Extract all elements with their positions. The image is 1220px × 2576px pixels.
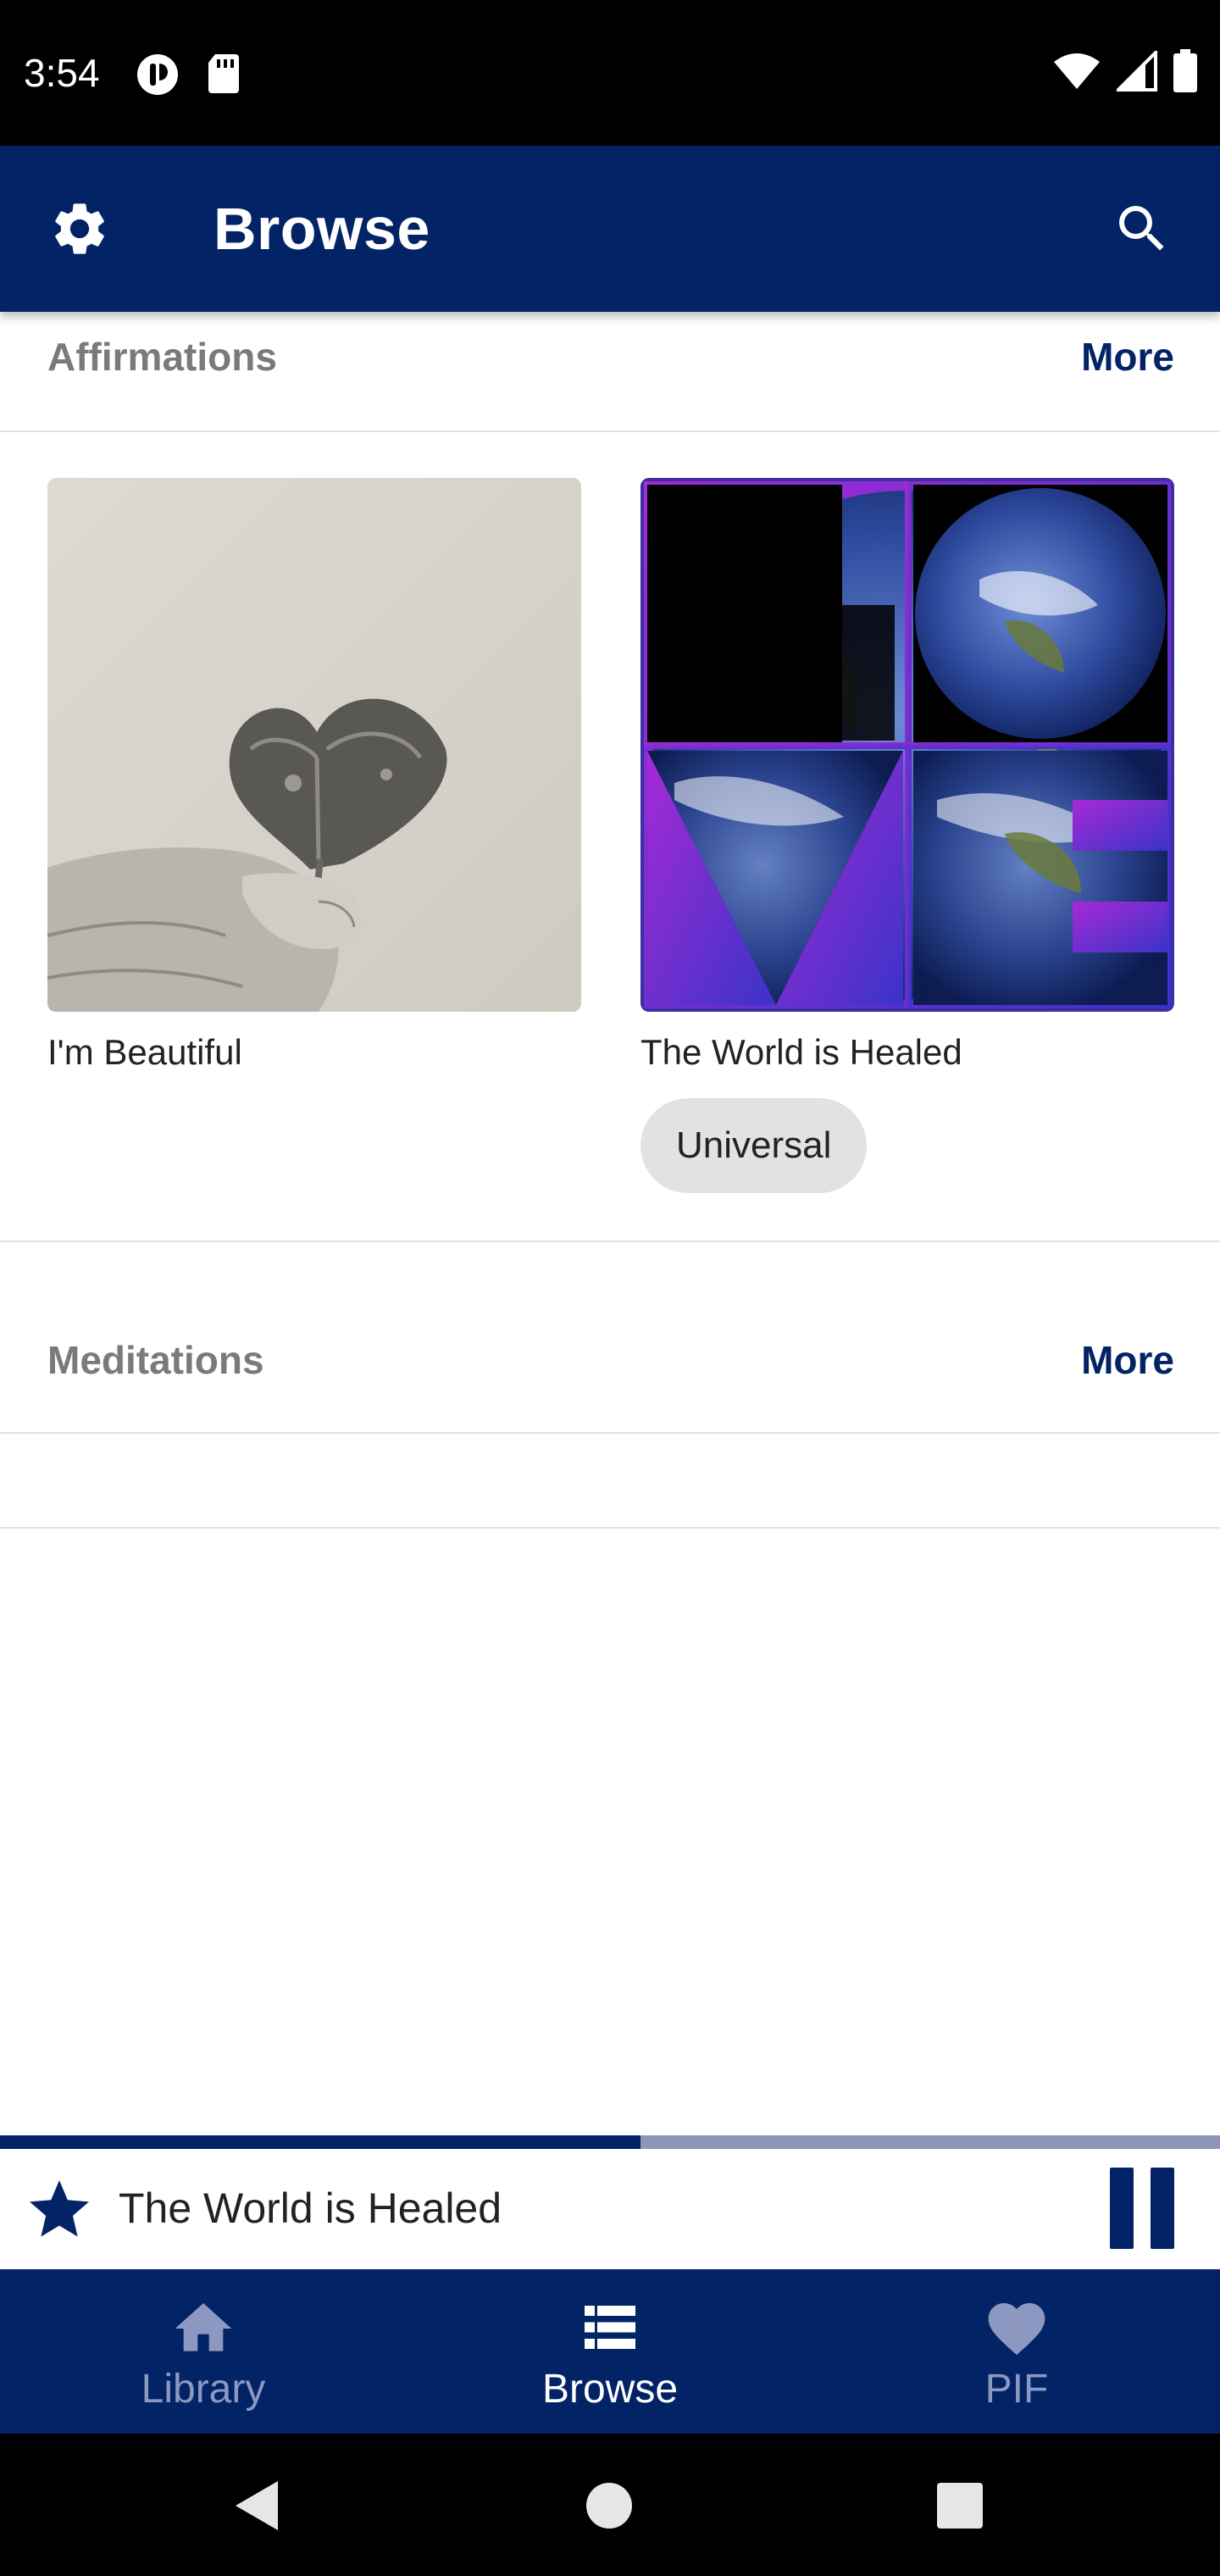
mini-player[interactable]: The World is Healed: [0, 2149, 1220, 2269]
category-chip[interactable]: Universal: [640, 1098, 868, 1193]
search-button[interactable]: [1108, 195, 1176, 263]
now-playing-title: The World is Healed: [119, 2185, 502, 2232]
list-icon: [576, 2296, 644, 2361]
affirmations-header: Affirmations More: [0, 312, 1220, 432]
sd-card-icon: [208, 54, 239, 93]
page-title: Browse: [214, 196, 430, 262]
card-title: The World is Healed: [640, 1032, 962, 1072]
gear-icon: [55, 203, 104, 254]
star-icon[interactable]: [24, 2174, 95, 2246]
status-right-icons: [1052, 49, 1198, 93]
nav-label: Library: [141, 2367, 266, 2412]
search-icon: [1119, 206, 1164, 251]
battery-icon: [1173, 49, 1197, 92]
card-title: I'm Beautiful: [47, 1032, 242, 1072]
leaf-heart-photo: [47, 478, 581, 1012]
system-navigation-bar: [0, 2434, 1220, 2576]
section-title-meditations: Meditations: [47, 1338, 264, 1382]
status-time: 3:54: [24, 51, 100, 95]
card-world-is-healed[interactable]: The World is Healed Universal: [640, 478, 1174, 1193]
meditations-header: Meditations More: [0, 1242, 1220, 1434]
nav-item-browse[interactable]: Browse: [407, 2269, 813, 2434]
pause-icon[interactable]: [1110, 2168, 1174, 2249]
affirmations-more-button[interactable]: More: [1081, 334, 1174, 380]
home-icon: [169, 2296, 237, 2361]
heart-icon: [983, 2296, 1051, 2361]
cell-signal-icon: [1117, 51, 1157, 92]
card-im-beautiful[interactable]: I'm Beautiful: [47, 478, 581, 1076]
wifi-icon: [1054, 53, 1100, 89]
love-earth-artwork: [640, 478, 1174, 1012]
back-icon[interactable]: [227, 2476, 286, 2535]
status-bar: 3:54: [0, 0, 1220, 146]
nav-label: PIF: [984, 2367, 1049, 2412]
nav-item-library[interactable]: Library: [0, 2269, 407, 2434]
bottom-navigation: Library Browse PIF: [0, 2269, 1220, 2434]
nav-label: Browse: [541, 2367, 679, 2412]
notification-app-icon: [137, 54, 178, 95]
settings-button[interactable]: [47, 197, 112, 261]
app-bar: Browse: [0, 146, 1220, 312]
nav-item-pif[interactable]: PIF: [813, 2269, 1220, 2434]
recents-icon[interactable]: [930, 2476, 990, 2535]
section-title-affirmations: Affirmations: [47, 335, 277, 379]
player-progress-bar[interactable]: [0, 2135, 1220, 2149]
affirmations-grid: I'm Beautiful The World is Healed Univer…: [0, 432, 1220, 1242]
meditations-more-button[interactable]: More: [1081, 1337, 1174, 1383]
player-progress-fill: [0, 2135, 640, 2149]
meditations-list: [0, 1434, 1220, 1529]
home-circle-icon[interactable]: [580, 2476, 639, 2535]
